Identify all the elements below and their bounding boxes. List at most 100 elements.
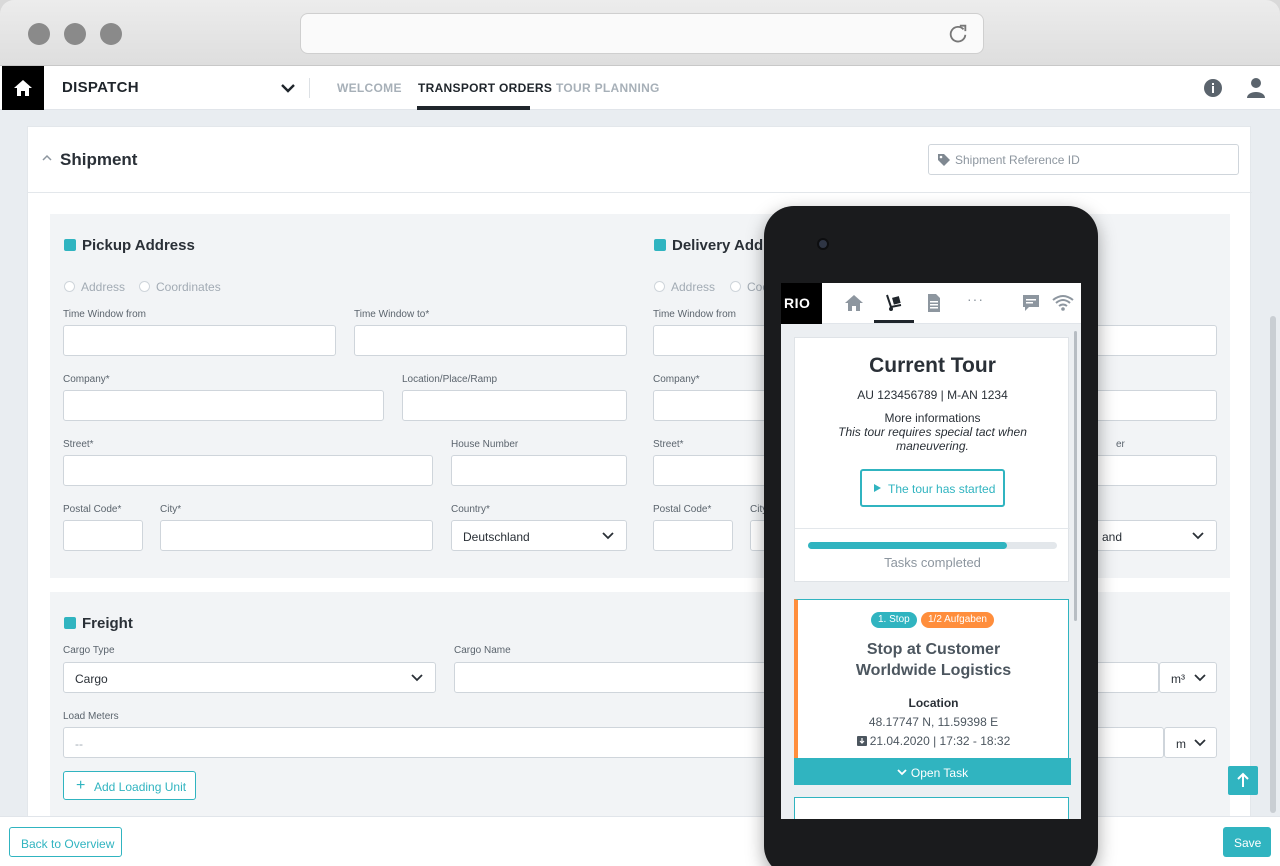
volume-unit-value: m³: [1171, 672, 1185, 686]
location-datetime: 21.04.2020 | 17:32 - 18:32: [798, 734, 1069, 748]
home-icon[interactable]: [844, 293, 864, 313]
cargo-type-label: Cargo Type: [63, 645, 115, 656]
rio-logo[interactable]: RIO: [781, 283, 822, 324]
cargo-type-select[interactable]: Cargo: [63, 662, 436, 693]
pickup-location-input[interactable]: [402, 390, 627, 421]
tab-transport-orders[interactable]: TRANSPORT ORDERS: [418, 81, 552, 95]
delivery-country-select[interactable]: and: [1090, 520, 1217, 551]
save-label: Save: [1234, 836, 1262, 850]
pickup-company-label: Company*: [63, 374, 110, 385]
shipment-title: Shipment: [60, 150, 138, 169]
tab-welcome[interactable]: WELCOME: [337, 81, 402, 95]
play-icon: [874, 484, 881, 492]
tasks-completed-label: Tasks completed: [884, 555, 981, 570]
pickup-radio-coordinates[interactable]: Coordinates: [139, 280, 221, 294]
add-loading-unit-button[interactable]: + Add Loading Unit: [63, 771, 196, 800]
cargo-name-label: Cargo Name: [454, 645, 511, 656]
tasks-badge: 1/2 Aufgaben: [921, 612, 994, 628]
reload-icon[interactable]: [947, 22, 969, 44]
delivery-radio-address[interactable]: Address: [654, 280, 715, 294]
freight-icon: [64, 617, 76, 629]
mobile-nav: RIO ···: [781, 283, 1081, 324]
window-maximize-dot[interactable]: [100, 23, 122, 45]
phone-camera: [817, 238, 829, 250]
chevron-up-icon[interactable]: [41, 153, 53, 163]
pickup-country-select[interactable]: Deutschland: [451, 520, 627, 551]
pickup-icon: [64, 239, 76, 251]
delivery-company-label: Company*: [653, 374, 700, 385]
pickup-street-input[interactable]: [63, 455, 433, 486]
delivery-postal-code-input[interactable]: [653, 520, 733, 551]
delivery-postal-code-label: Postal Code*: [653, 504, 712, 515]
pickup-time-to-input[interactable]: [354, 325, 627, 356]
stop-title-line1: Stop at Customer: [866, 641, 1001, 658]
more-menu[interactable]: ···: [967, 291, 984, 307]
stop-title-line2: Worldwide Logistics: [855, 662, 1012, 679]
shipment-reference-placeholder: Shipment Reference ID: [955, 153, 1080, 167]
more-informations-label: More informations: [884, 411, 981, 425]
pickup-street-label: Street*: [63, 439, 94, 450]
window-minimize-dot[interactable]: [64, 23, 86, 45]
current-tour-title: Current Tour: [869, 354, 996, 377]
chevron-down-icon: [602, 532, 614, 540]
open-task-button[interactable]: Open Task: [794, 758, 1071, 785]
pickup-house-number-input[interactable]: [451, 455, 627, 486]
load-unit-select[interactable]: m: [1164, 727, 1217, 758]
current-tour-card: Current Tour AU 123456789 | M-AN 1234 Mo…: [794, 337, 1070, 582]
home-button[interactable]: [2, 66, 44, 110]
pickup-city-label: City*: [160, 504, 182, 515]
user-icon[interactable]: [1246, 77, 1266, 99]
pickup-time-from-input[interactable]: [63, 325, 336, 356]
chevron-down-icon[interactable]: [280, 80, 296, 96]
tasks-progress-bar: [808, 542, 1057, 549]
load-meters-label: Load Meters: [63, 711, 119, 722]
chevron-down-icon: [897, 769, 907, 776]
pickup-city-input[interactable]: [160, 520, 433, 551]
phone-screen: RIO ··· Current Tour AU 123456789 | M-AN…: [781, 283, 1081, 819]
phone-device: RIO ··· Current Tour AU 123456789 | M-AN…: [764, 206, 1098, 866]
tasks-progress-fill: [808, 542, 1008, 549]
stop-card[interactable]: 1. Stop 1/2 Aufgaben Stop at Customer Wo…: [794, 599, 1071, 785]
location-datetime-text: 21.04.2020 | 17:32 - 18:32: [869, 734, 1011, 748]
hand-truck-icon[interactable]: [884, 293, 904, 313]
delivery-title: Delivery Addr: [672, 237, 769, 254]
back-to-overview-button[interactable]: Back to Overview: [9, 827, 122, 857]
tour-started-button[interactable]: The tour has started: [860, 469, 1005, 507]
cargo-type-value: Cargo: [75, 672, 108, 686]
window-close-dot[interactable]: [28, 23, 50, 45]
tour-separator: [795, 528, 1070, 529]
pickup-postal-code-input[interactable]: [63, 520, 143, 551]
shipment-header: Shipment Shipment Reference ID: [28, 127, 1252, 193]
pickup-radio-address[interactable]: Address: [64, 280, 125, 294]
pickup-company-input[interactable]: [63, 390, 384, 421]
scroll-to-top-button[interactable]: [1228, 766, 1258, 795]
pickup-country-label: Country*: [451, 504, 490, 515]
freight-title: Freight: [82, 615, 133, 632]
chevron-down-icon: [1194, 674, 1206, 682]
info-icon[interactable]: [1203, 78, 1223, 98]
top-navigation: DISPATCH WELCOME TRANSPORT ORDERS TOUR P…: [0, 66, 1280, 110]
app-name: DISPATCH: [62, 79, 139, 96]
delivery-time-from-label: Time Window from: [653, 309, 736, 320]
tour-started-label: The tour has started: [888, 482, 996, 496]
mobile-scrollbar[interactable]: [1074, 331, 1077, 621]
save-button[interactable]: Save: [1223, 827, 1271, 857]
pickup-house-number-label: House Number: [451, 439, 519, 450]
nav-separator: [309, 78, 310, 98]
delivery-country-value: and: [1102, 530, 1123, 544]
stop-title: Stop at Customer Worldwide Logistics: [798, 639, 1069, 681]
shipment-reference-input[interactable]: Shipment Reference ID: [928, 144, 1239, 175]
next-stop-card[interactable]: [794, 797, 1069, 819]
address-bar[interactable]: [300, 13, 984, 54]
add-loading-unit-label: Add Loading Unit: [94, 780, 187, 794]
wifi-icon: [1052, 295, 1074, 311]
tab-tour-planning[interactable]: TOUR PLANNING: [556, 81, 660, 95]
chat-icon[interactable]: [1021, 293, 1041, 313]
tag-icon: [938, 154, 950, 166]
pickup-time-from-label: Time Window from: [63, 309, 146, 320]
page-scrollbar[interactable]: [1270, 316, 1276, 813]
document-icon[interactable]: [926, 293, 942, 313]
active-tab-indicator: [417, 106, 530, 110]
pickup-country-value: Deutschland: [463, 530, 530, 544]
volume-unit-select[interactable]: m³: [1159, 662, 1217, 693]
